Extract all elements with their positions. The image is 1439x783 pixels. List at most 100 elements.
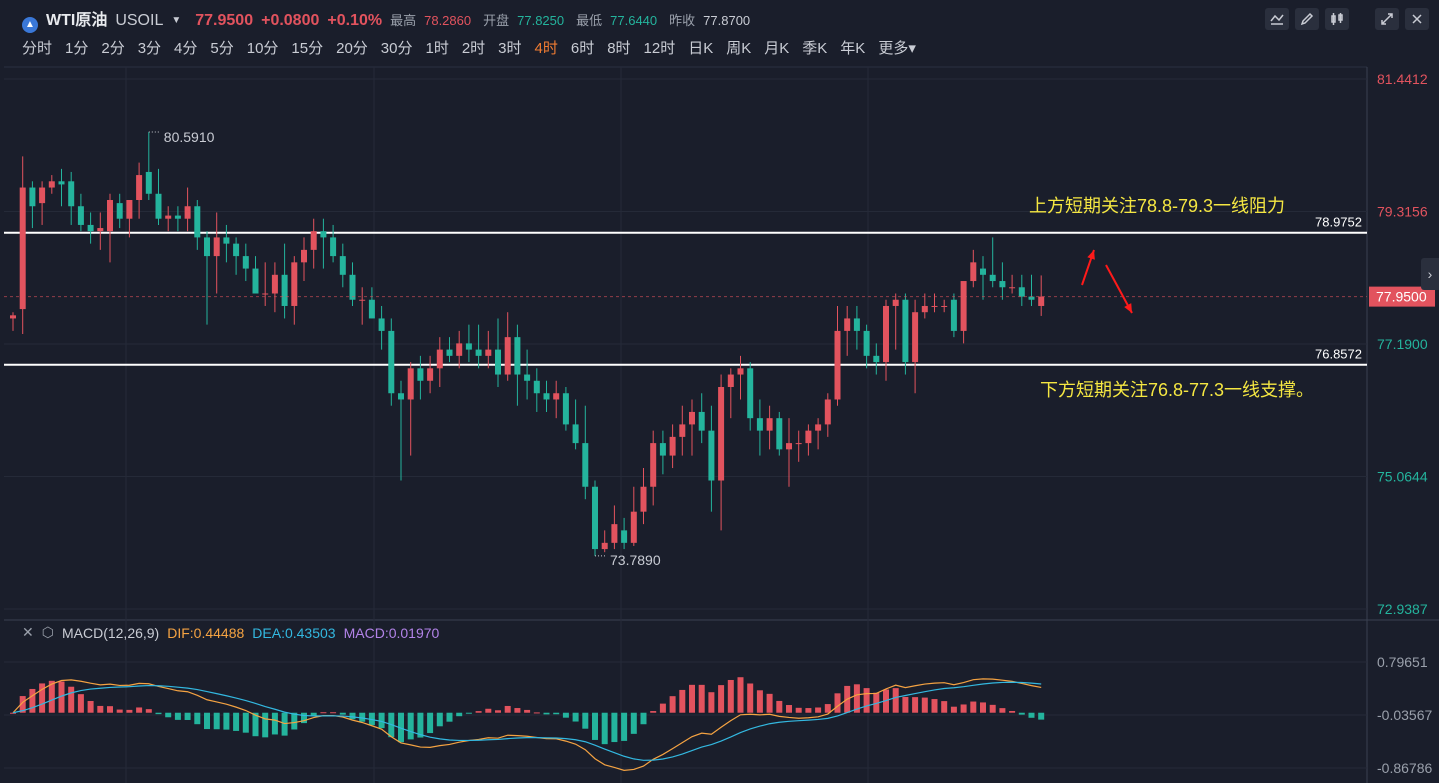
macd-bar-103 bbox=[1009, 710, 1016, 713]
macd-bar-80 bbox=[786, 705, 792, 713]
macd-value: MACD:0.01970 bbox=[343, 624, 440, 641]
macd-bar-44 bbox=[436, 712, 443, 727]
candle-body-61 bbox=[601, 542, 608, 550]
price-chart[interactable]: 78.9752 76.8572 81.4412 79.3156 77.1900 75.0… bbox=[0, 0, 1439, 783]
candle-body-31 bbox=[310, 231, 317, 250]
high-marker-label: 80.5910 bbox=[164, 129, 215, 145]
macd-bar-106 bbox=[1038, 712, 1045, 720]
candle-body-20 bbox=[204, 237, 210, 257]
macd-bar-63 bbox=[621, 712, 628, 741]
candle-body-91 bbox=[892, 299, 899, 306]
candle-body-19 bbox=[194, 206, 201, 238]
candle-body-11 bbox=[116, 203, 123, 219]
macd-bar-51 bbox=[504, 705, 511, 713]
macd-bar-38 bbox=[378, 712, 385, 729]
macd-bar-94 bbox=[921, 697, 928, 713]
macd-bar-105 bbox=[1028, 712, 1035, 718]
macd-bar-18 bbox=[184, 712, 191, 720]
macd-bar-101 bbox=[989, 704, 996, 713]
macd-bar-81 bbox=[795, 707, 802, 713]
macd-bar-92 bbox=[902, 696, 909, 713]
candle-body-73 bbox=[718, 387, 725, 481]
candle-body-59 bbox=[582, 443, 589, 487]
candle-body-64 bbox=[630, 511, 637, 543]
macd-bar-15 bbox=[155, 712, 162, 715]
candle-body-37 bbox=[368, 299, 375, 319]
candle-body-66 bbox=[650, 443, 657, 487]
macd-bar-64 bbox=[630, 712, 637, 734]
macd-bar-12 bbox=[126, 709, 133, 713]
candle-body-2 bbox=[29, 187, 36, 207]
candle-body-36 bbox=[359, 299, 366, 301]
candle-body-30 bbox=[301, 249, 307, 263]
candle-body-99 bbox=[970, 262, 977, 282]
candle-body-23 bbox=[233, 243, 240, 257]
candle-body-26 bbox=[262, 293, 269, 295]
macd-bar-82 bbox=[805, 708, 812, 713]
macd-params: MACD(12,26,9) bbox=[61, 624, 160, 641]
macd-bar-77 bbox=[756, 690, 763, 713]
candle-body-50 bbox=[495, 349, 501, 375]
macd-bar-75 bbox=[737, 677, 744, 713]
macd-bar-93 bbox=[912, 697, 919, 713]
candle-body-57 bbox=[562, 393, 569, 425]
candle-body-45 bbox=[446, 349, 453, 356]
macd-bar-10 bbox=[107, 706, 113, 713]
macd-bar-76 bbox=[747, 683, 754, 713]
candle-body-58 bbox=[572, 424, 579, 444]
candle-body-81 bbox=[795, 443, 802, 445]
macd-bar-104 bbox=[1018, 712, 1025, 715]
candle-body-33 bbox=[330, 237, 337, 257]
macd-bar-47 bbox=[465, 712, 472, 714]
macd-bar-29 bbox=[291, 712, 298, 730]
candle-body-18 bbox=[184, 206, 191, 219]
plot-bg bbox=[4, 67, 1367, 783]
macd-bar-55 bbox=[543, 712, 550, 715]
candle-body-82 bbox=[805, 430, 812, 444]
candle-body-43 bbox=[427, 368, 434, 381]
candle-body-53 bbox=[524, 374, 531, 381]
candle-body-6 bbox=[68, 181, 75, 207]
macd-dea: DEA:0.43503 bbox=[252, 624, 336, 641]
close-indicator-icon[interactable]: ✕ bbox=[22, 624, 34, 641]
candle-body-48 bbox=[475, 349, 482, 356]
macd-bar-59 bbox=[582, 712, 589, 729]
macd-bar-100 bbox=[980, 702, 986, 713]
settings-hexagon-icon[interactable]: ⬡ bbox=[42, 624, 54, 641]
macd-bar-97 bbox=[950, 706, 957, 713]
candle-body-17 bbox=[174, 215, 181, 219]
macd-bar-21 bbox=[213, 712, 220, 730]
macd-bar-69 bbox=[679, 689, 686, 713]
macd-dif: DIF:0.44488 bbox=[167, 624, 245, 641]
macd-bar-41 bbox=[407, 712, 414, 740]
candle-body-70 bbox=[689, 411, 695, 425]
candle-body-14 bbox=[145, 171, 152, 194]
horizontal-line-label-1: 76.8572 bbox=[1315, 347, 1362, 362]
macd-bar-50 bbox=[495, 710, 501, 713]
candle-body-104 bbox=[1018, 287, 1025, 297]
candle-body-8 bbox=[87, 224, 94, 232]
macd-tick-label-1: -0.03567 bbox=[1377, 707, 1432, 723]
macd-bar-8 bbox=[87, 701, 94, 713]
macd-bar-22 bbox=[223, 712, 230, 730]
low-marker-label: 73.7890 bbox=[610, 552, 661, 568]
macd-bar-98 bbox=[960, 704, 967, 713]
candle-body-102 bbox=[999, 281, 1006, 288]
chevron-right-icon[interactable]: › bbox=[1421, 258, 1439, 290]
candle-body-94 bbox=[921, 305, 928, 313]
macd-bar-67 bbox=[659, 703, 666, 713]
candle-body-62 bbox=[611, 524, 618, 543]
candle-body-84 bbox=[824, 399, 831, 425]
macd-bar-85 bbox=[834, 693, 841, 713]
macd-bar-24 bbox=[242, 712, 249, 733]
candle-body-85 bbox=[834, 330, 841, 400]
macd-bar-9 bbox=[97, 705, 104, 713]
macd-bar-68 bbox=[669, 696, 676, 713]
candle-body-13 bbox=[136, 175, 143, 201]
candle-body-1 bbox=[19, 187, 26, 310]
macd-bar-62 bbox=[611, 712, 618, 743]
candle-body-27 bbox=[271, 274, 278, 294]
candle-body-71 bbox=[698, 411, 705, 431]
candle-body-106 bbox=[1038, 296, 1045, 306]
candle-body-32 bbox=[320, 231, 327, 238]
